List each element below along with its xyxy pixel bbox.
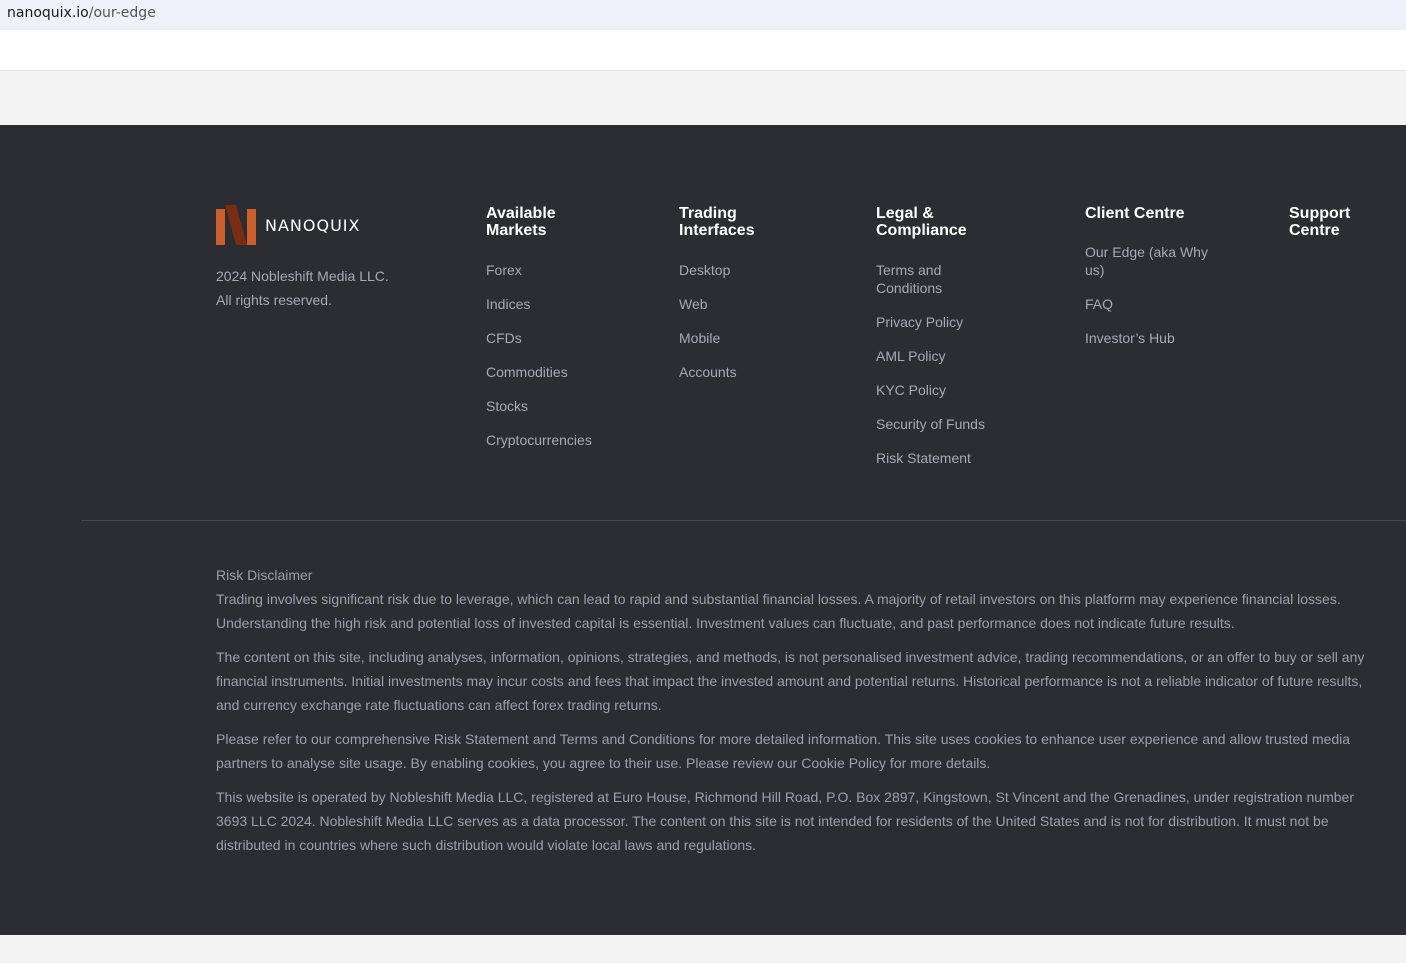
page-gap [0,71,1406,125]
page-bottom-area [0,935,1406,963]
address-bar[interactable]: nanoquix.io/our-edge [0,0,1406,30]
footer-link-mobile[interactable]: Mobile [679,329,829,347]
footer-link-aml-policy[interactable]: AML Policy [876,347,1026,365]
footer-link-risk-statement[interactable]: Risk Statement [876,449,1026,467]
nanoquix-logo-icon [216,205,256,245]
copyright-notice: 2024 Nobleshift Media LLC. All rights re… [216,264,436,312]
footer-link-accounts[interactable]: Accounts [679,363,829,381]
footer-column-legal-compliance: Legal & Compliance Terms and Conditions … [876,205,1036,483]
footer-link-terms-and-conditions[interactable]: Terms and Conditions [876,261,976,297]
footer-link-our-edge[interactable]: Our Edge (aka Why us) [1085,243,1215,279]
footer-link-cfds[interactable]: CFDs [486,329,636,347]
brand-name: NANOQUIX [265,216,361,235]
footer-divider [81,520,1406,521]
column-heading: Legal & Compliance [876,205,967,239]
footer-column-available-markets: Available Markets Forex Indices CFDs Com… [486,205,636,465]
footer-link-security-of-funds[interactable]: Security of Funds [876,415,1026,433]
footer-link-forex[interactable]: Forex [486,261,636,279]
column-heading: Available Markets [486,205,556,239]
disclaimer-title: Risk Disclaimer [216,567,313,583]
footer-column-trading-interfaces: Trading Interfaces Desktop Web Mobile Ac… [679,205,829,397]
footer-link-commodities[interactable]: Commodities [486,363,636,381]
footer-link-desktop[interactable]: Desktop [679,261,829,279]
page-header-area [0,30,1406,71]
url-path: /our-edge [88,5,156,21]
site-footer: NANOQUIX 2024 Nobleshift Media LLC. All … [0,125,1406,935]
footer-link-privacy-policy[interactable]: Privacy Policy [876,313,1026,331]
disclaimer-paragraph: This website is operated by Nobleshift M… [216,789,1354,853]
footer-column-support-centre: Support Centre [1289,205,1389,239]
url-domain: nanoquix.io [7,5,89,21]
disclaimer-paragraph: Trading involves significant risk due to… [216,591,1341,631]
footer-link-kyc-policy[interactable]: KYC Policy [876,381,1026,399]
footer-link-web[interactable]: Web [679,295,829,313]
footer-link-stocks[interactable]: Stocks [486,397,636,415]
footer-link-faq[interactable]: FAQ [1085,295,1215,313]
disclaimer-paragraph: The content on this site, including anal… [216,649,1365,713]
column-heading[interactable]: Support Centre [1289,205,1359,239]
footer-link-indices[interactable]: Indices [486,295,636,313]
footer-column-client-centre: Client Centre Our Edge (aka Why us) FAQ … [1085,205,1235,363]
footer-link-cryptocurrencies[interactable]: Cryptocurrencies [486,431,636,449]
footer-link-investors-hub[interactable]: Investor’s Hub [1085,329,1215,347]
column-heading: Client Centre [1085,205,1185,222]
disclaimer-paragraph: Please refer to our comprehensive Risk S… [216,731,1351,771]
copyright-line: All rights reserved. [216,292,332,308]
risk-disclaimer: Risk Disclaimer Trading involves signifi… [216,563,1386,867]
column-heading: Trading Interfaces [679,205,755,239]
copyright-line: 2024 Nobleshift Media LLC. [216,268,389,284]
